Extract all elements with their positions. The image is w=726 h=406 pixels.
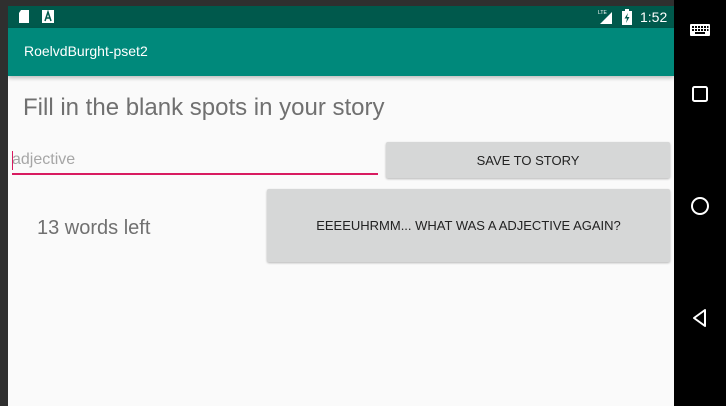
lte-signal-icon: LTE xyxy=(598,10,612,24)
home-icon[interactable] xyxy=(688,194,712,218)
a-notification-icon xyxy=(42,10,54,23)
status-bar: LTE 1:52 xyxy=(8,6,674,28)
text-cursor xyxy=(12,151,13,170)
app-bar: RoelvdBurght-pset2 xyxy=(8,28,674,76)
recents-icon[interactable] xyxy=(688,82,712,106)
hint-button[interactable]: EEEEUHRMM... WHAT WAS A ADJECTIVE AGAIN? xyxy=(267,189,670,262)
story-prompt: Fill in the blank spots in your story xyxy=(23,94,385,121)
lte-label: LTE xyxy=(598,10,607,16)
navigation-bar xyxy=(674,0,726,406)
back-icon[interactable] xyxy=(688,306,712,330)
keyboard-icon[interactable] xyxy=(688,18,712,42)
device-screen: LTE 1:52 RoelvdBurght-pset2 Fill in the … xyxy=(8,6,674,406)
status-time: 1:52 xyxy=(640,9,668,25)
emulator-frame-left xyxy=(0,0,8,406)
battery-charging-icon xyxy=(622,9,632,25)
app-title: RoelvdBurght-pset2 xyxy=(24,43,148,59)
words-left-counter: 13 words left xyxy=(37,217,151,239)
sd-card-icon xyxy=(19,10,29,23)
word-input[interactable] xyxy=(12,147,378,175)
save-to-story-button[interactable]: SAVE TO STORY xyxy=(386,142,670,178)
